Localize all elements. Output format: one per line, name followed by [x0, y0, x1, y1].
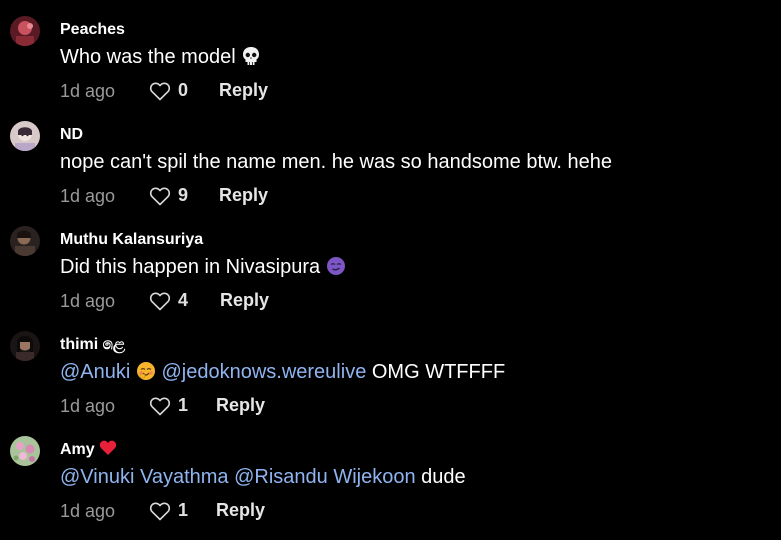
- reply-button[interactable]: Reply: [216, 395, 265, 416]
- comment-text: @Anuki @jedoknows.wereulive OMG WTFFFF: [60, 359, 505, 385]
- comment-text-content: Did this happen in Nivasipura: [60, 256, 321, 278]
- comment-item: Peaches Who was the model 1d ago 0 Reply: [0, 0, 781, 105]
- mention-link[interactable]: @Vinuki Vayathma: [60, 466, 229, 488]
- skull-emoji-icon: [241, 46, 261, 66]
- username[interactable]: thimi ෧ළ: [60, 335, 125, 355]
- comment-text: Did this happen in Nivasipura: [60, 254, 346, 280]
- timestamp: 1d ago: [60, 501, 116, 521]
- avatar[interactable]: [10, 226, 40, 256]
- comment-meta: 1d ago 9 Reply: [60, 184, 460, 208]
- avatar[interactable]: [10, 436, 40, 466]
- username[interactable]: ND: [60, 125, 83, 145]
- heart-icon[interactable]: [148, 184, 172, 208]
- comment-meta: 1d ago 0 Reply: [60, 79, 460, 103]
- comment-item: thimi ෧ළ @Anuki @jedoknows.wereulive OMG…: [0, 315, 781, 420]
- heart-icon[interactable]: [148, 79, 172, 103]
- comment-text: Who was the model: [60, 44, 261, 70]
- mention-link[interactable]: @Anuki: [60, 361, 130, 383]
- timestamp: 1d ago: [60, 81, 116, 101]
- like-count: 1: [178, 395, 189, 415]
- comment-meta: 1d ago 1 Reply: [60, 499, 460, 523]
- comment-text-content: OMG WTFFFF: [371, 361, 506, 383]
- comment-text: @Vinuki Vayathma @Risandu Wijekoon dude: [60, 464, 466, 490]
- timestamp: 1d ago: [60, 186, 116, 206]
- comment-item: Amy @Vinuki Vayathma @Risandu Wijekoon d…: [0, 420, 781, 525]
- comment-text-content: nope can't spil the name men. he was so …: [60, 151, 612, 173]
- like-count: 4: [178, 290, 189, 310]
- avatar[interactable]: [10, 16, 40, 46]
- smirk-purple-emoji-icon: [326, 256, 346, 276]
- mention-link[interactable]: @jedoknows.wereulive: [161, 361, 366, 383]
- like-count: 0: [178, 80, 189, 100]
- username[interactable]: Amy: [60, 440, 117, 460]
- timestamp: 1d ago: [60, 291, 116, 311]
- comment-meta: 1d ago 1 Reply: [60, 394, 460, 418]
- comment-text: nope can't spil the name men. he was so …: [60, 149, 612, 175]
- like-count: 1: [178, 500, 189, 520]
- heart-icon[interactable]: [148, 289, 172, 313]
- comment-item: Muthu Kalansuriya Did this happen in Niv…: [0, 210, 781, 315]
- comment-text-content: dude: [421, 466, 466, 488]
- username[interactable]: Muthu Kalansuriya: [60, 230, 203, 250]
- username[interactable]: Peaches: [60, 20, 125, 40]
- avatar[interactable]: [10, 331, 40, 361]
- comment-meta: 1d ago 4 Reply: [60, 289, 460, 313]
- timestamp: 1d ago: [60, 396, 116, 416]
- reply-button[interactable]: Reply: [220, 290, 269, 311]
- like-count: 9: [178, 185, 189, 205]
- reply-button[interactable]: Reply: [219, 80, 268, 101]
- reply-button[interactable]: Reply: [219, 185, 268, 206]
- reply-button[interactable]: Reply: [216, 500, 265, 521]
- mention-link[interactable]: @Risandu Wijekoon: [234, 466, 416, 488]
- blush-emoji-icon: [136, 361, 156, 381]
- heart-icon[interactable]: [148, 394, 172, 418]
- red-heart-emoji-icon: [99, 440, 117, 456]
- comment-text-content: Who was the model: [60, 46, 236, 68]
- username-text: Amy: [60, 441, 95, 458]
- comment-item: ND nope can't spil the name men. he was …: [0, 105, 781, 210]
- heart-icon[interactable]: [148, 499, 172, 523]
- avatar[interactable]: [10, 121, 40, 151]
